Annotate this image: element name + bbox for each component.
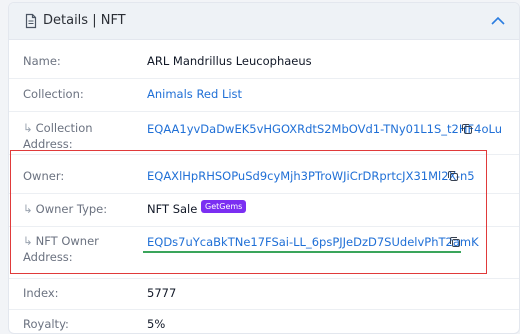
sub-arrow-icon: ↳ xyxy=(23,121,33,135)
sub-arrow-icon: ↳ xyxy=(23,202,33,216)
divider xyxy=(9,111,519,112)
owner-type-label: ↳ Owner Type: xyxy=(23,202,108,216)
collection-label: Collection: xyxy=(23,87,84,101)
royalty-label: Royalty: xyxy=(23,317,69,331)
divider xyxy=(9,226,519,227)
details-panel: Details | NFT Name: ARL Mandrillus Leuco… xyxy=(8,2,520,334)
sub-arrow-icon: ↳ xyxy=(23,234,33,248)
divider xyxy=(9,278,519,279)
divider xyxy=(9,78,519,79)
panel-header[interactable]: Details | NFT xyxy=(9,3,519,40)
divider xyxy=(9,193,519,194)
owner-label: Owner: xyxy=(23,169,65,183)
nft-owner-address-label-2: Address: xyxy=(23,250,73,264)
name-label: Name: xyxy=(23,54,61,68)
index-value: 5777 xyxy=(147,286,177,300)
panel-title: Details | NFT xyxy=(43,13,126,28)
owner-type-value: NFT Sale xyxy=(147,202,198,216)
copy-icon[interactable] xyxy=(449,236,461,248)
index-label: Index: xyxy=(23,286,59,300)
collection-address-link[interactable]: EQAA1yvDaDwEK5vHGOXRdtS2MbOVd1-TNy01L1S_… xyxy=(147,121,502,137)
royalty-value: 5% xyxy=(147,317,166,331)
collection-address-label: ↳ Collection xyxy=(23,121,93,135)
getgems-badge[interactable]: GetGems xyxy=(201,200,247,213)
collection-address-label-2: Address: xyxy=(23,137,73,151)
collection-link[interactable]: Animals Red List xyxy=(147,86,242,102)
divider xyxy=(9,309,519,310)
copy-icon[interactable] xyxy=(447,170,459,182)
name-value: ARL Mandrillus Leucophaeus xyxy=(147,54,312,68)
nft-owner-address-label: ↳ NFT Owner xyxy=(23,234,99,248)
copy-icon[interactable] xyxy=(461,123,473,135)
nft-owner-address-link[interactable]: EQDs7uYcaBkTNe17FSai-LL_6psPJJeDzD7SUdel… xyxy=(147,234,479,250)
chevron-up-icon[interactable] xyxy=(489,13,507,29)
document-icon xyxy=(25,13,37,29)
owner-address-link[interactable]: EQAXlHpRHSOPuSd9cyMjh3PTroWJiCrDRprtcJX3… xyxy=(147,168,475,184)
divider xyxy=(9,154,519,155)
